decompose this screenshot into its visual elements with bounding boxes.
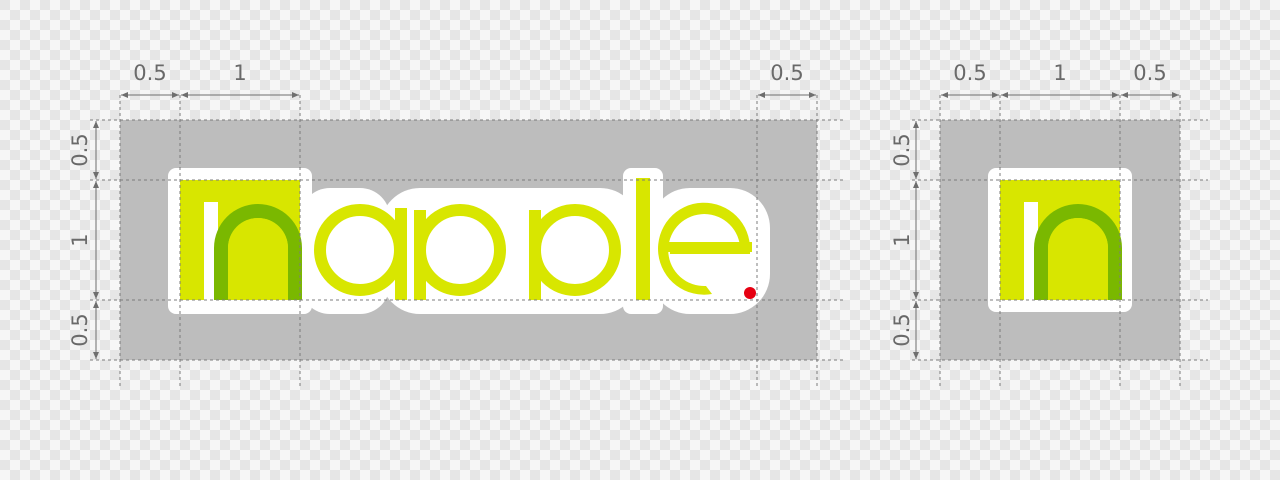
red-dot [744, 287, 756, 299]
clear-space-diagram: 0.5 1 0.5 0.5 1 0.5 0.5 1 0.5 0.5 1 0.5 [68, 61, 1208, 388]
dim-label-top-unit: 1 [233, 61, 246, 85]
full-logo-group: 0.5 1 0.5 0.5 1 0.5 [68, 61, 845, 388]
icon-logo-group: 0.5 1 0.5 0.5 1 0.5 [890, 61, 1208, 388]
dim-label-left-unit: 1 [68, 233, 92, 246]
icon-dim-label-left-unit: 1 [890, 233, 914, 246]
dim-label-left-top: 0.5 [68, 133, 92, 166]
dim-label-left-bottom: 0.5 [68, 313, 92, 346]
full-logo-n-mark [180, 180, 302, 300]
icon-dim-label-top-right: 0.5 [1133, 61, 1166, 85]
dim-label-top-left: 0.5 [133, 61, 166, 85]
icon-dim-label-left-bottom: 0.5 [890, 313, 914, 346]
icon-dim-label-top-left: 0.5 [953, 61, 986, 85]
dim-label-top-right: 0.5 [770, 61, 803, 85]
icon-logo-n-mark [1000, 180, 1122, 300]
icon-dim-label-left-top: 0.5 [890, 133, 914, 166]
icon-dim-label-top-unit: 1 [1053, 61, 1066, 85]
